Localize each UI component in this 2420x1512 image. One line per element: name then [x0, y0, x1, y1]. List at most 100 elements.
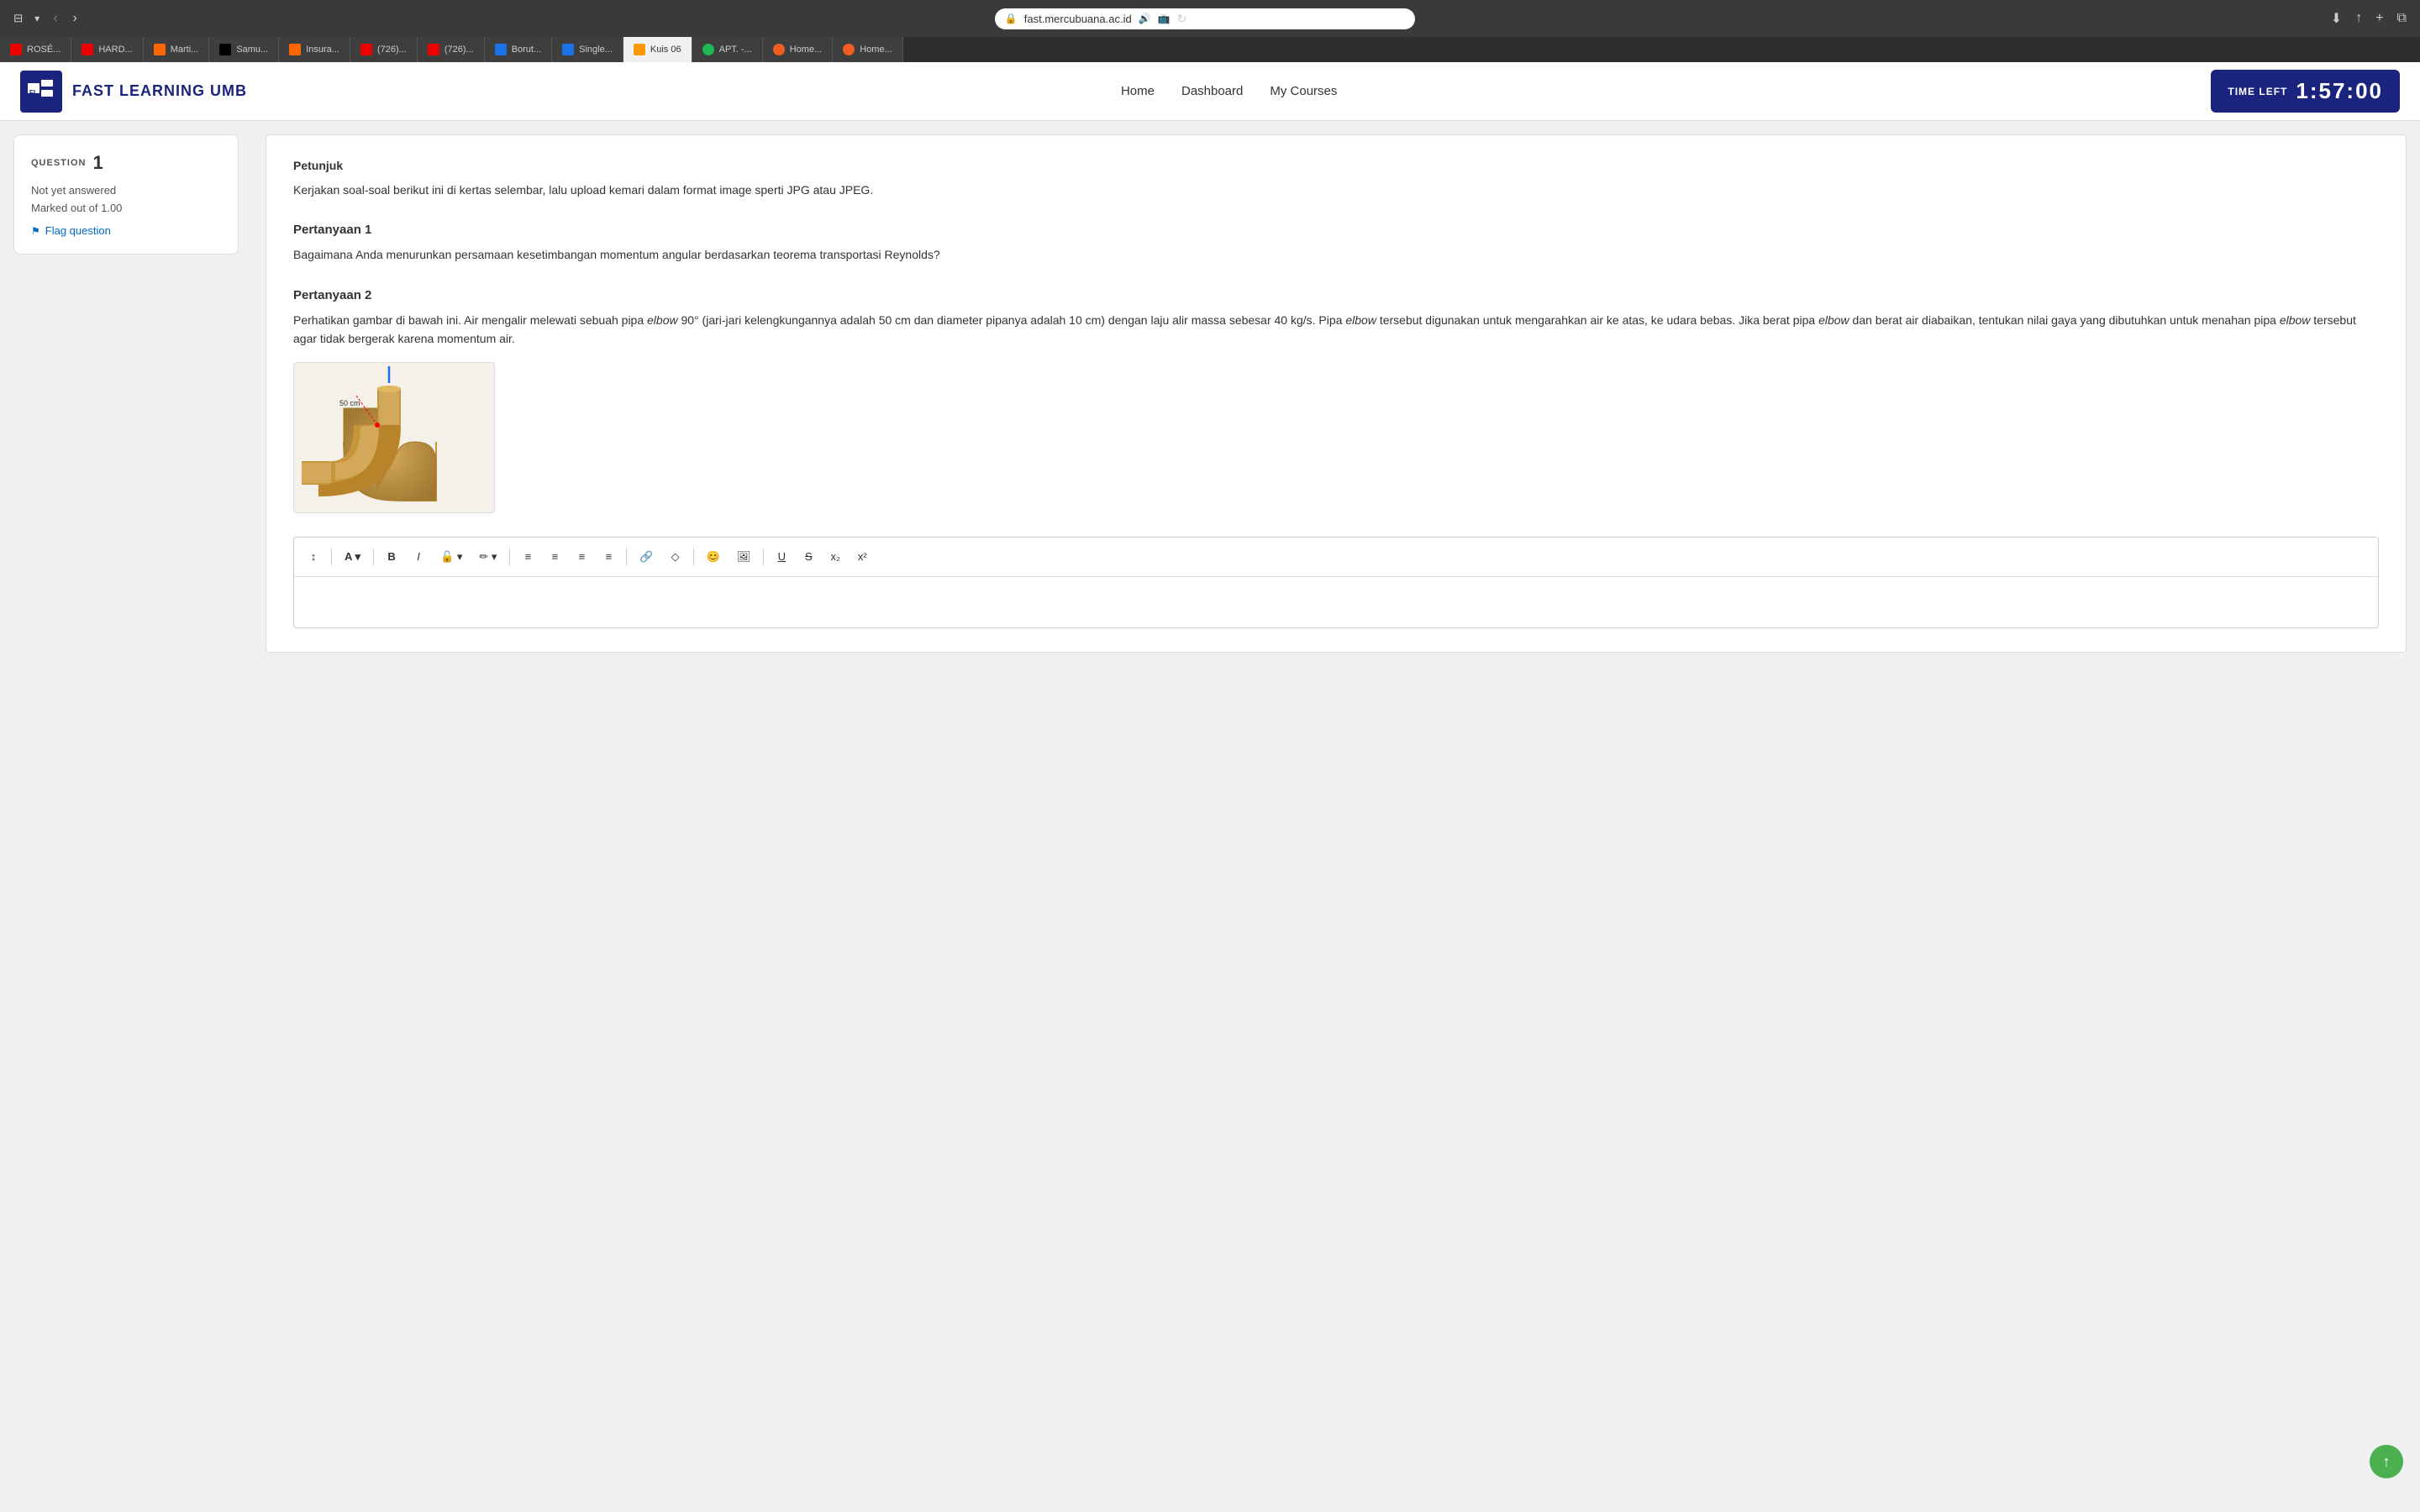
tab-favicon-marti [154, 44, 166, 55]
editor-area[interactable]: ↕ A ▾ B I 🔓 ▾ ✏ ▾ ≡ ≡ ≡ ≡ 🔗 ◇ [293, 537, 2379, 628]
audio-icon: 🔊 [1139, 13, 1151, 24]
tab-borut[interactable]: Borut... [485, 37, 552, 62]
sidebar-chevron-button[interactable]: ▾ [31, 9, 43, 28]
new-tab-button[interactable]: + [2372, 8, 2386, 29]
pertanyaan2-text: Perhatikan gambar di bawah ini. Air meng… [293, 311, 2379, 349]
tab-marti[interactable]: Marti... [144, 37, 210, 62]
toolbar-link-button[interactable]: 🔗 [632, 544, 660, 570]
tab-kuis[interactable]: Kuis 06 [623, 37, 692, 62]
separator-6 [763, 549, 764, 565]
editor-toolbar: ↕ A ▾ B I 🔓 ▾ ✏ ▾ ≡ ≡ ≡ ≡ 🔗 ◇ [294, 538, 2378, 577]
toolbar-superscript-button[interactable]: x² [850, 544, 875, 570]
tab-homeb[interactable]: Home... [833, 37, 903, 62]
share-button[interactable]: ↑ [2352, 8, 2365, 29]
tab-rose[interactable]: ROSÉ... [0, 37, 71, 62]
tab-label-apt: APT. -... [719, 45, 752, 55]
tab-favicon-726b [428, 44, 439, 55]
app-header: FL FAST LEARNING UMB Home Dashboard My C… [0, 62, 2420, 121]
toolbar-highlight-button[interactable]: 🔓 ▾ [433, 544, 470, 570]
svg-text:FL: FL [29, 89, 38, 97]
nav-controls: ⊟ ▾ ‹ › [10, 8, 82, 29]
toolbar-underline-button[interactable]: U [769, 544, 794, 570]
scroll-to-top-button[interactable]: ↑ [2370, 1445, 2403, 1478]
tab-hard[interactable]: HARD... [71, 37, 143, 62]
petunjuk-text: Kerjakan soal-soal berikut ini di kertas… [293, 181, 2379, 199]
main-nav: Home Dashboard My Courses [1121, 84, 1337, 98]
toolbar-italic-button[interactable]: I [406, 544, 431, 570]
tab-label-726a: (726)... [377, 45, 407, 55]
separator-3 [509, 549, 510, 565]
toolbar-unlink-button[interactable]: ◇ [663, 544, 688, 570]
toolbar-ul-button[interactable]: ≡ [515, 544, 540, 570]
tab-favicon-kuis [634, 44, 645, 55]
nav-home[interactable]: Home [1121, 84, 1155, 98]
browser-tabs: ROSÉ... HARD... Marti... Samu... Insura.… [0, 37, 2420, 62]
toolbar-image-button[interactable]: 🖼 [729, 544, 759, 570]
toolbar-bold-button[interactable]: B [379, 544, 404, 570]
sidebar-toggle-button[interactable]: ⊟ [10, 8, 26, 29]
tab-label-homea: Home... [790, 45, 823, 55]
tab-726a[interactable]: (726)... [350, 37, 418, 62]
question-mark: Marked out of 1.00 [31, 202, 221, 214]
tab-label-marti: Marti... [171, 45, 199, 55]
question-panel: Petunjuk Kerjakan soal-soal berikut ini … [266, 134, 2407, 653]
tab-insura[interactable]: Insura... [279, 37, 350, 62]
question-status: Not yet answered [31, 184, 221, 197]
tab-label-borut: Borut... [512, 45, 541, 55]
toolbar-font-button[interactable]: A ▾ [337, 544, 368, 570]
back-button[interactable]: ‹ [48, 8, 62, 29]
forward-button[interactable]: › [68, 8, 82, 29]
logo-box: FL [20, 71, 62, 113]
tab-homea[interactable]: Home... [763, 37, 834, 62]
logo-area: FL FAST LEARNING UMB [20, 71, 247, 113]
tab-label-hard: HARD... [98, 45, 132, 55]
tab-favicon-hard [82, 44, 93, 55]
flag-label: Flag question [45, 224, 111, 237]
question-card: QUESTION 1 Not yet answered Marked out o… [13, 134, 239, 255]
timer-label: TIME LEFT [2228, 86, 2287, 97]
toolbar-format-button[interactable]: ↕ [301, 544, 326, 570]
tab-label-726b: (726)... [445, 45, 474, 55]
download-button[interactable]: ⬇ [2328, 7, 2345, 30]
window-button[interactable]: ⧉ [2394, 8, 2410, 29]
tab-label-single: Single... [579, 45, 613, 55]
tab-label-kuis: Kuis 06 [650, 45, 681, 55]
content-layout: QUESTION 1 Not yet answered Marked out o… [0, 121, 2420, 1499]
toolbar-color-button[interactable]: ✏ ▾ [471, 544, 504, 570]
toolbar-strikethrough-button[interactable]: S [796, 544, 821, 570]
tab-favicon-apt [702, 44, 714, 55]
nav-dashboard[interactable]: Dashboard [1181, 84, 1243, 98]
petunjuk-label: Petunjuk [293, 159, 2379, 172]
tab-apt[interactable]: APT. -... [692, 37, 763, 62]
cast-icon: 📺 [1158, 13, 1171, 24]
separator-5 [693, 549, 694, 565]
pertanyaan1-section: Pertanyaan 1 Bagaimana Anda menurunkan p… [293, 223, 2379, 264]
tab-label-homeb: Home... [860, 45, 892, 55]
separator-2 [373, 549, 374, 565]
pertanyaan2-section: Pertanyaan 2 Perhatikan gambar di bawah … [293, 288, 2379, 513]
elbow-pipe-svg: 50 cm Water 40 kg/s [302, 366, 487, 509]
tab-726b[interactable]: (726)... [418, 37, 485, 62]
tab-favicon-borut [495, 44, 507, 55]
flag-icon: ⚑ [31, 225, 40, 237]
toolbar-ol-button[interactable]: ≡ [542, 544, 567, 570]
toolbar-outdent-button[interactable]: ≡ [596, 544, 621, 570]
flag-question-button[interactable]: ⚑ Flag question [31, 224, 111, 237]
sidebar-panel: QUESTION 1 Not yet answered Marked out o… [0, 121, 252, 1499]
editor-body[interactable] [294, 577, 2378, 627]
nav-my-courses[interactable]: My Courses [1270, 84, 1337, 98]
tab-favicon-single [562, 44, 574, 55]
browser-chrome: ⊟ ▾ ‹ › 🔒 fast.mercubuana.ac.id 🔊 📺 ↻ ⬇ … [0, 0, 2420, 37]
toolbar-indent-button[interactable]: ≡ [569, 544, 594, 570]
tab-label-rose: ROSÉ... [27, 45, 60, 55]
timer-box: TIME LEFT 1:57:00 [2211, 70, 2400, 113]
question-number: 1 [92, 152, 103, 174]
tab-favicon-rose [10, 44, 22, 55]
question-header: QUESTION 1 [31, 152, 221, 174]
reload-icon[interactable]: ↻ [1177, 12, 1187, 26]
address-bar[interactable]: 🔒 fast.mercubuana.ac.id 🔊 📺 ↻ [995, 8, 1415, 29]
tab-single[interactable]: Single... [552, 37, 623, 62]
toolbar-emoji-button[interactable]: 😊 [699, 544, 728, 570]
toolbar-subscript-button[interactable]: x₂ [823, 544, 848, 570]
tab-samu[interactable]: Samu... [209, 37, 279, 62]
